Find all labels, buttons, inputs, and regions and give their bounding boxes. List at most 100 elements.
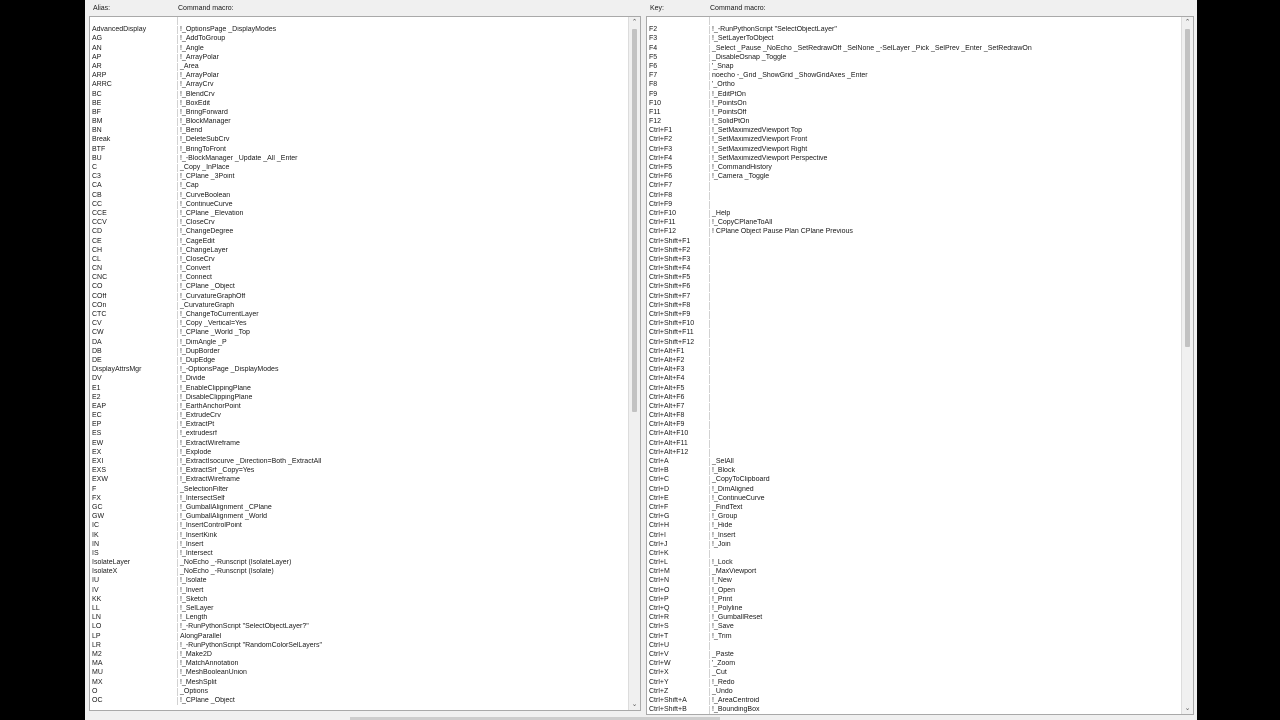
alias-macro-cell[interactable]: !_CurvatureGraphOff: [177, 292, 627, 301]
alias-macro-cell[interactable]: !_CPlane _Object: [177, 696, 627, 706]
alias-key-cell[interactable]: MU: [90, 669, 177, 677]
key-macro-cell[interactable]: [709, 412, 1191, 421]
alias-key-cell[interactable]: CB: [90, 192, 177, 200]
key-key-cell[interactable]: Ctrl+U: [647, 642, 709, 650]
key-key-cell[interactable]: Ctrl+Shift+F12: [647, 339, 709, 347]
key-key-cell[interactable]: Ctrl+Shift+F9: [647, 311, 709, 319]
key-key-cell[interactable]: F9: [647, 91, 709, 99]
key-macro-cell[interactable]: !_SetMaximizedViewport Top: [709, 127, 1191, 136]
key-key-cell[interactable]: Ctrl+F10: [647, 210, 709, 218]
key-macro-cell[interactable]: !_Hide: [709, 522, 1191, 531]
key-key-cell[interactable]: Ctrl+F3: [647, 146, 709, 154]
key-macro-cell[interactable]: [709, 237, 1191, 246]
alias-macro-cell[interactable]: !_Insert: [177, 540, 627, 549]
alias-macro-cell[interactable]: !_MatchAnnotation: [177, 660, 627, 669]
key-macro-cell[interactable]: [709, 246, 1191, 255]
key-macro-cell[interactable]: !_AreaCentroid: [709, 696, 1191, 706]
alias-key-cell[interactable]: COn: [90, 302, 177, 310]
alias-macro-cell[interactable]: !_-RunPythonScript "RandomColorSelLayers…: [177, 641, 627, 650]
key-macro-cell[interactable]: [709, 283, 1191, 292]
key-key-cell[interactable]: Ctrl+Shift+F3: [647, 256, 709, 264]
key-key-cell[interactable]: Ctrl+F12: [647, 228, 709, 236]
key-key-cell[interactable]: Ctrl+Alt+F1: [647, 348, 709, 356]
alias-key-cell[interactable]: E2: [90, 394, 177, 402]
alias-key-cell[interactable]: EP: [90, 421, 177, 429]
alias-key-cell[interactable]: CE: [90, 238, 177, 246]
key-macro-cell[interactable]: !_Trim: [709, 632, 1191, 641]
alias-macro-cell[interactable]: AlongParallel: [177, 632, 627, 641]
alias-key-cell[interactable]: EX: [90, 449, 177, 457]
alias-macro-cell[interactable]: !_SelLayer: [177, 605, 627, 614]
alias-macro-cell[interactable]: !_ExtractIsocurve _Direction=Both _Extra…: [177, 458, 627, 467]
key-macro-cell[interactable]: !_Camera _Toggle: [709, 173, 1191, 182]
alias-key-cell[interactable]: ARP: [90, 72, 177, 80]
alias-macro-cell[interactable]: !_ExtractPt: [177, 421, 627, 430]
key-key-cell[interactable]: Ctrl+X: [647, 669, 709, 677]
key-key-cell[interactable]: Ctrl+F6: [647, 173, 709, 181]
key-key-cell[interactable]: Ctrl+K: [647, 550, 709, 558]
alias-key-cell[interactable]: BC: [90, 91, 177, 99]
key-macro-cell[interactable]: !_Block: [709, 467, 1191, 476]
alias-macro-cell[interactable]: !_ArrayPolar: [177, 53, 627, 62]
key-macro-cell[interactable]: [709, 329, 1191, 338]
key-macro-cell[interactable]: [709, 384, 1191, 393]
alias-key-cell[interactable]: BU: [90, 155, 177, 163]
key-macro-cell[interactable]: [709, 265, 1191, 274]
alias-macro-cell[interactable]: !_OptionsPage _DisplayModes: [177, 26, 627, 35]
alias-key-cell[interactable]: CN: [90, 265, 177, 273]
key-key-cell[interactable]: F6: [647, 63, 709, 71]
alias-key-cell[interactable]: C: [90, 164, 177, 172]
key-key-cell[interactable]: F1: [647, 17, 709, 25]
alias-key-cell[interactable]: IS: [90, 550, 177, 558]
alias-key-cell[interactable]: CTC: [90, 311, 177, 319]
key-macro-cell[interactable]: !_Print: [709, 595, 1191, 604]
key-key-cell[interactable]: Ctrl+Alt+F10: [647, 430, 709, 438]
alias-macro-cell[interactable]: !_ExtractSrf _Copy=Yes: [177, 467, 627, 476]
key-macro-cell[interactable]: _Select _Pause _NoEcho _SetRedrawOff _Se…: [709, 44, 1191, 53]
key-macro-cell[interactable]: [709, 320, 1191, 329]
alias-key-cell[interactable]: AG: [90, 35, 177, 43]
alias-key-cell[interactable]: MA: [90, 660, 177, 668]
key-macro-cell[interactable]: !_New: [709, 577, 1191, 586]
alias-key-cell[interactable]: Break: [90, 136, 177, 144]
key-macro-cell[interactable]: !_Save: [709, 623, 1191, 632]
alias-macro-cell[interactable]: !_EarthAnchorPoint: [177, 402, 627, 412]
key-macro-cell[interactable]: !_SetMaximizedViewport Perspective: [709, 154, 1191, 163]
alias-key-cell[interactable]: BE: [90, 100, 177, 108]
key-key-cell[interactable]: Ctrl+Alt+F8: [647, 412, 709, 420]
alias-key-cell[interactable]: ARRC: [90, 81, 177, 89]
key-macro-cell[interactable]: !_PointsOff: [709, 108, 1191, 118]
key-macro-cell[interactable]: [709, 549, 1191, 559]
key-macro-cell[interactable]: [709, 255, 1191, 265]
alias-key-cell[interactable]: DE: [90, 357, 177, 365]
alias-macro-cell[interactable]: !_IntersectSelf: [177, 494, 627, 503]
key-key-cell[interactable]: Ctrl+Shift+F1: [647, 238, 709, 246]
alias-key-cell[interactable]: BTF: [90, 146, 177, 154]
alias-key-cell[interactable]: DV: [90, 375, 177, 383]
key-key-cell[interactable]: Ctrl+Alt+F7: [647, 403, 709, 411]
key-macro-cell[interactable]: !_Group: [709, 513, 1191, 522]
alias-macro-cell[interactable]: !_-BlockManager _Update _All _Enter: [177, 154, 627, 163]
key-macro-cell[interactable]: !_BoundingBox: [709, 706, 1191, 714]
key-key-cell[interactable]: Ctrl+H: [647, 522, 709, 530]
alias-key-cell[interactable]: MX: [90, 679, 177, 687]
key-scroll-thumb[interactable]: [1185, 29, 1190, 347]
alias-macro-cell[interactable]: _NoEcho _-Runscript (IsolateLayer): [177, 559, 627, 568]
key-macro-cell[interactable]: [709, 274, 1191, 283]
alias-key-cell[interactable]: ZS: [90, 17, 177, 25]
alias-key-cell[interactable]: BF: [90, 109, 177, 117]
alias-macro-cell[interactable]: !_ExtractWireframe: [177, 439, 627, 448]
key-key-cell[interactable]: Ctrl+Alt+F3: [647, 366, 709, 374]
key-macro-cell[interactable]: [709, 393, 1191, 402]
alias-key-cell[interactable]: E1: [90, 385, 177, 393]
alias-key-cell[interactable]: BN: [90, 127, 177, 135]
key-key-cell[interactable]: Ctrl+R: [647, 614, 709, 622]
alias-key-cell[interactable]: EC: [90, 412, 177, 420]
key-key-cell[interactable]: Ctrl+Shift+F4: [647, 265, 709, 273]
alias-macro-cell[interactable]: !_Isolate: [177, 577, 627, 586]
key-key-cell[interactable]: Ctrl+Alt+F9: [647, 421, 709, 429]
key-key-cell[interactable]: Ctrl+F4: [647, 155, 709, 163]
key-key-cell[interactable]: Ctrl+D: [647, 486, 709, 494]
alias-key-cell[interactable]: CO: [90, 283, 177, 291]
alias-macro-cell[interactable]: !_BoxEdit: [177, 99, 627, 108]
